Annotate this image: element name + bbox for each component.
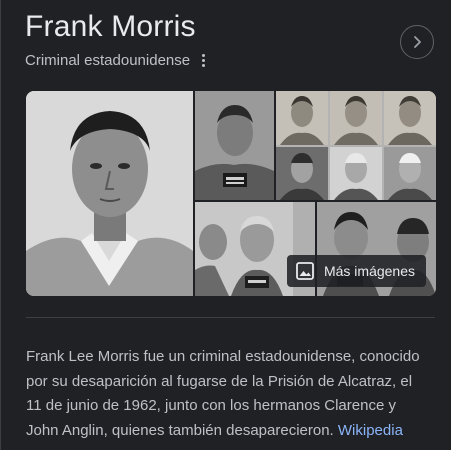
more-vert-icon[interactable]: [196, 51, 210, 69]
mugshot-photo-1[interactable]: [195, 91, 274, 200]
subtitle-row: Criminal estadounidense: [25, 51, 210, 69]
main-photo[interactable]: [26, 91, 193, 296]
image-gallery: Más imágenes: [26, 91, 436, 296]
divider: [26, 317, 435, 318]
mugshot-grid-photo[interactable]: [276, 91, 436, 200]
description: Frank Lee Morris fue un criminal estadou…: [26, 345, 431, 443]
wikipedia-link[interactable]: Wikipedia: [338, 422, 403, 439]
more-images-label: Más imágenes: [323, 263, 415, 279]
more-images-button[interactable]: Más imágenes: [286, 255, 426, 287]
image-icon: [296, 262, 314, 280]
panel-subtitle: Criminal estadounidense: [25, 51, 191, 69]
knowledge-panel: Frank Morris Criminal estadounidense Más…: [0, 0, 451, 450]
next-button[interactable]: [400, 25, 434, 59]
panel-title: Frank Morris: [25, 10, 196, 43]
chevron-right-icon: [414, 36, 421, 48]
